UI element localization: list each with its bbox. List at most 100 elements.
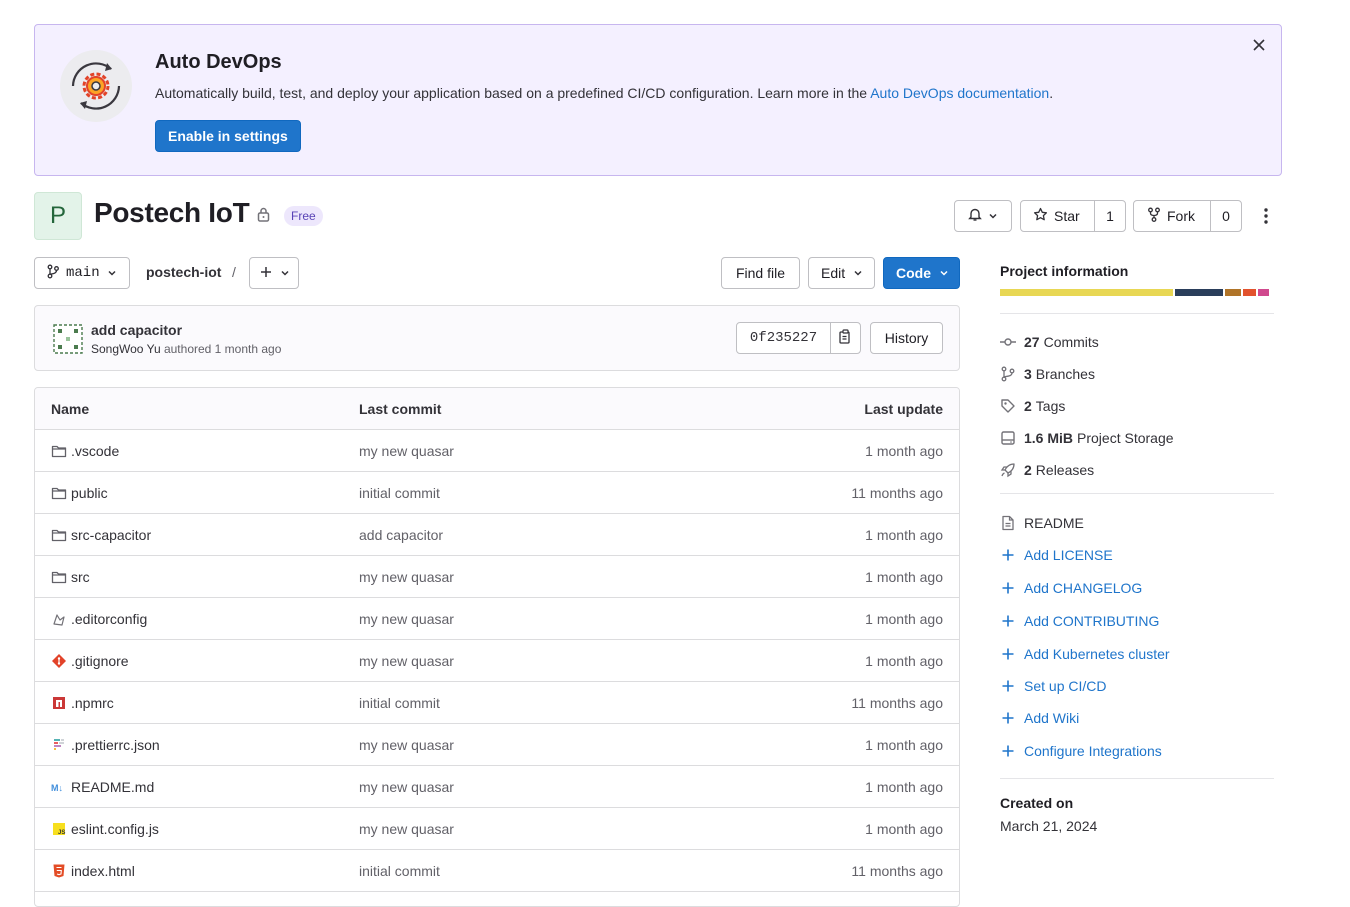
commits-link[interactable]: 27 Commits bbox=[1000, 332, 1099, 352]
releases-link[interactable]: 2 Releases bbox=[1000, 460, 1094, 480]
file-name-link[interactable]: .npmrc bbox=[71, 695, 114, 711]
copy-sha-button[interactable] bbox=[830, 323, 860, 353]
readme-link[interactable]: README bbox=[1000, 513, 1084, 533]
file-last-update: 1 month ago bbox=[865, 611, 943, 627]
add-changelog-link[interactable]: Add CHANGELOG bbox=[1000, 578, 1142, 598]
commit-title[interactable]: add capacitor bbox=[91, 322, 182, 338]
file-last-commit-link[interactable]: my new quasar bbox=[359, 611, 454, 627]
fork-count[interactable]: 0 bbox=[1210, 201, 1241, 231]
branches-link[interactable]: 3 Branches bbox=[1000, 364, 1095, 384]
file-name-link[interactable]: src-capacitor bbox=[71, 527, 151, 543]
branch-selector[interactable]: main bbox=[34, 257, 130, 289]
code-dropdown-button[interactable]: Code bbox=[883, 257, 960, 289]
file-last-update: 1 month ago bbox=[865, 779, 943, 795]
file-name-link[interactable]: eslint.config.js bbox=[71, 821, 159, 837]
table-row[interactable]: .gitignore my new quasar 1 month ago bbox=[35, 640, 959, 682]
add-kubernetes-link[interactable]: Add Kubernetes cluster bbox=[1000, 644, 1170, 664]
add-contributing-link[interactable]: Add CONTRIBUTING bbox=[1000, 611, 1159, 631]
file-name-link[interactable]: src bbox=[71, 569, 90, 585]
banner-description: Automatically build, test, and deploy yo… bbox=[155, 85, 1053, 101]
setup-cicd-link[interactable]: Set up CI/CD bbox=[1000, 676, 1106, 696]
commits-label: Commits bbox=[1043, 334, 1099, 350]
file-last-update: 1 month ago bbox=[865, 569, 943, 585]
add-license-link[interactable]: Add LICENSE bbox=[1000, 545, 1113, 565]
table-row[interactable]: JS eslint.config.js my new quasar 1 month a… bbox=[35, 808, 959, 850]
more-actions-icon[interactable] bbox=[1256, 204, 1276, 228]
plus-icon bbox=[1002, 680, 1014, 692]
table-row[interactable]: .prettierrc.json my new quasar 1 month ago bbox=[35, 724, 959, 766]
language-segment[interactable] bbox=[1258, 289, 1269, 296]
branch-name: main bbox=[66, 265, 100, 281]
edit-dropdown-button[interactable]: Edit bbox=[808, 257, 875, 289]
table-row[interactable]: .npmrc initial commit 11 months ago bbox=[35, 682, 959, 724]
language-bar[interactable] bbox=[1000, 289, 1274, 296]
find-file-button[interactable]: Find file bbox=[721, 257, 800, 289]
plus-icon bbox=[1002, 615, 1014, 627]
close-icon[interactable] bbox=[1249, 35, 1269, 55]
history-button[interactable]: History bbox=[870, 322, 943, 354]
enable-in-settings-button[interactable]: Enable in settings bbox=[155, 120, 301, 152]
table-row[interactable]: src my new quasar 1 month ago bbox=[35, 556, 959, 598]
configure-integrations-link[interactable]: Configure Integrations bbox=[1000, 741, 1162, 761]
table-row[interactable]: index.html initial commit 11 months ago bbox=[35, 850, 959, 892]
folder-icon bbox=[51, 443, 67, 459]
plus-icon bbox=[1002, 582, 1014, 594]
file-last-commit-link[interactable]: initial commit bbox=[359, 485, 440, 501]
notifications-button[interactable] bbox=[954, 200, 1012, 232]
divider bbox=[1000, 313, 1274, 314]
file-name-link[interactable]: public bbox=[71, 485, 108, 501]
file-last-commit-link[interactable]: my new quasar bbox=[359, 779, 454, 795]
language-segment[interactable] bbox=[1242, 289, 1257, 296]
document-icon bbox=[1002, 515, 1014, 531]
avatar[interactable] bbox=[52, 323, 84, 355]
releases-count: 2 bbox=[1024, 462, 1032, 478]
language-segment[interactable] bbox=[1224, 289, 1241, 296]
storage-link[interactable]: 1.6 MiB Project Storage bbox=[1000, 428, 1174, 448]
file-last-update: 1 month ago bbox=[865, 443, 943, 459]
star-count[interactable]: 1 bbox=[1094, 201, 1125, 231]
table-row[interactable]: M↓ README.md my new quasar 1 month ago bbox=[35, 766, 959, 808]
file-last-commit-link[interactable]: my new quasar bbox=[359, 443, 454, 459]
file-last-commit-link[interactable]: my new quasar bbox=[359, 653, 454, 669]
auto-devops-docs-link[interactable]: Auto DevOps documentation bbox=[870, 85, 1049, 101]
add-wiki-link[interactable]: Add Wiki bbox=[1000, 708, 1079, 728]
file-last-commit-link[interactable]: my new quasar bbox=[359, 737, 454, 753]
editorconfig-icon bbox=[51, 611, 67, 627]
plus-icon bbox=[260, 265, 272, 281]
table-row[interactable]: .vscode my new quasar 1 month ago bbox=[35, 430, 959, 472]
table-row[interactable]: src-capacitor add capacitor 1 month ago bbox=[35, 514, 959, 556]
copy-icon bbox=[839, 329, 852, 347]
branch-icon bbox=[1001, 366, 1015, 382]
table-row[interactable]: .editorconfig my new quasar 1 month ago bbox=[35, 598, 959, 640]
commit-sha[interactable]: 0f235227 bbox=[737, 323, 830, 353]
commits-count: 27 bbox=[1024, 334, 1040, 350]
file-last-update: 1 month ago bbox=[865, 527, 943, 543]
file-last-commit-link[interactable]: my new quasar bbox=[359, 821, 454, 837]
add-changelog-label: Add CHANGELOG bbox=[1024, 580, 1143, 596]
file-last-commit-link[interactable]: my new quasar bbox=[359, 569, 454, 585]
commit-sha-group: 0f235227 bbox=[736, 322, 861, 354]
file-name-link[interactable]: .prettierrc.json bbox=[71, 737, 160, 753]
add-to-tree-button[interactable] bbox=[249, 257, 299, 289]
markdown-icon: M↓ bbox=[51, 779, 67, 795]
svg-text:M↓: M↓ bbox=[51, 783, 63, 793]
star-button[interactable]: Star 1 bbox=[1020, 200, 1126, 232]
auto-devops-banner: Auto DevOps Automatically build, test, a… bbox=[34, 24, 1282, 176]
breadcrumb-project[interactable]: postech-iot bbox=[146, 264, 221, 280]
setup-cicd-label: Set up CI/CD bbox=[1024, 678, 1107, 694]
file-last-commit-link[interactable]: add capacitor bbox=[359, 527, 443, 543]
project-avatar[interactable]: P bbox=[34, 192, 82, 240]
table-row[interactable]: public initial commit 11 months ago bbox=[35, 472, 959, 514]
prettier-icon bbox=[51, 737, 67, 753]
file-last-commit-link[interactable]: initial commit bbox=[359, 695, 440, 711]
file-name-link[interactable]: .editorconfig bbox=[71, 611, 147, 627]
file-name-link[interactable]: .vscode bbox=[71, 443, 119, 459]
file-name-link[interactable]: .gitignore bbox=[71, 653, 129, 669]
tags-link[interactable]: 2 Tags bbox=[1000, 396, 1065, 416]
file-name-link[interactable]: README.md bbox=[71, 779, 154, 795]
language-segment[interactable] bbox=[1000, 289, 1173, 296]
tier-badge[interactable]: Free bbox=[284, 206, 323, 226]
language-segment[interactable] bbox=[1174, 289, 1223, 296]
commit-author[interactable]: SongWoo Yu bbox=[91, 342, 161, 356]
fork-button[interactable]: Fork 0 bbox=[1133, 200, 1242, 232]
